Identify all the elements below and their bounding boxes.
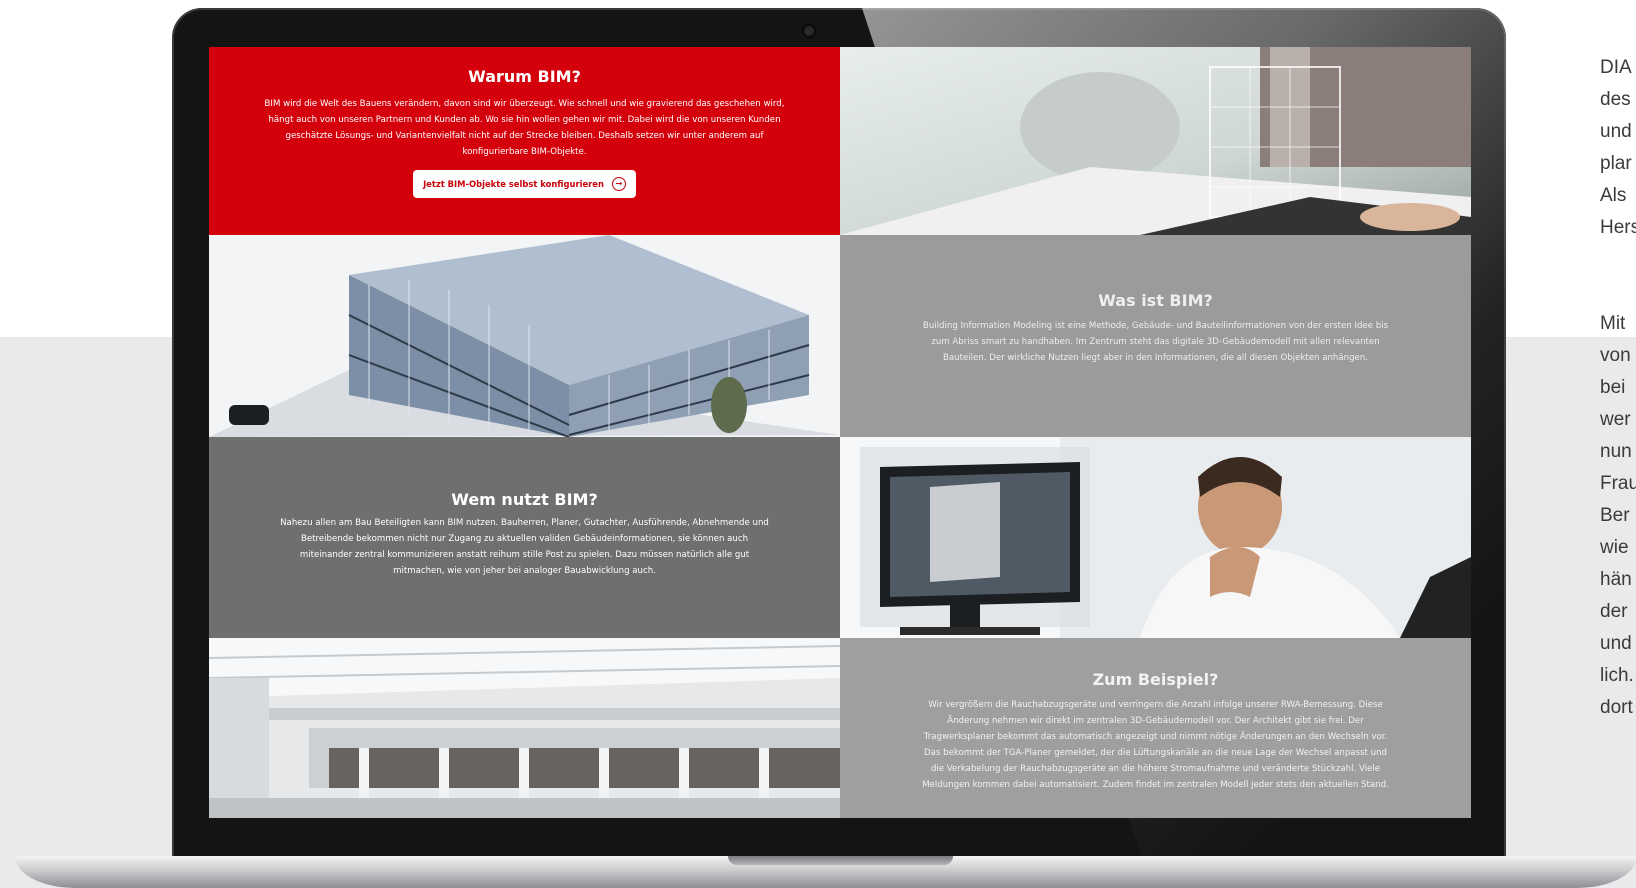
side-line: und [1600, 121, 1632, 142]
side-line: nun [1600, 441, 1632, 462]
tablet-hologram-image [840, 47, 1471, 235]
zum-beispiel-title: Zum Beispiel? [1092, 670, 1219, 689]
was-ist-bim-text: Building Information Modeling ist eine M… [922, 321, 1389, 363]
side-line: Als [1600, 185, 1627, 206]
warum-bim-title: Warum BIM? [468, 67, 581, 86]
side-line: plar [1600, 153, 1632, 174]
wem-nutzt-bim-section: Wem nutzt BIM? Nahezu allen am Bau Betei… [209, 437, 840, 638]
side-line: der [1600, 601, 1628, 622]
camera-icon [804, 26, 814, 36]
side-line: des [1600, 89, 1631, 110]
was-ist-bim-section: Was ist BIM? Building Information Modeli… [840, 235, 1471, 437]
side-line: Mit [1600, 313, 1626, 334]
side-line: Hers [1600, 217, 1636, 238]
warum-bim-section: Warum BIM? BIM wird die Welt des Bauens … [209, 47, 840, 235]
side-paragraph-2: Mit von bei wer nun Frau Ber wie hän der… [1600, 308, 1636, 724]
cta-label: Jetzt BIM-Objekte selbst konfigurieren [423, 179, 604, 189]
zum-beispiel-text: Wir vergrößern die Rauchabzugsgeräte und… [922, 700, 1389, 790]
wem-nutzt-bim-text: Nahezu allen am Bau Beteiligten kann BIM… [280, 518, 769, 576]
side-line: lich. [1600, 665, 1634, 686]
side-line: dort [1600, 697, 1633, 718]
side-line: Ber [1600, 505, 1630, 526]
side-line: und [1600, 633, 1632, 654]
side-line: wer [1600, 409, 1631, 430]
arrow-right-icon: → [611, 177, 626, 191]
wem-nutzt-bim-title: Wem nutzt BIM? [451, 490, 598, 509]
side-line: von [1600, 345, 1631, 366]
side-line: DIA [1600, 57, 1632, 78]
side-line: wie [1600, 537, 1629, 558]
laptop-hinge-notch [728, 856, 953, 865]
was-ist-bim-title: Was ist BIM? [1098, 291, 1213, 310]
side-paragraph-1: DIA des und plar Als Hers [1600, 52, 1636, 244]
zum-beispiel-section: Zum Beispiel? Wir vergrößern die Rauchab… [840, 638, 1471, 818]
side-line: bei [1600, 377, 1626, 398]
side-line: Frau [1600, 473, 1636, 494]
laptop-screen: Warum BIM? BIM wird die Welt des Bauens … [209, 47, 1471, 818]
configure-bim-objects-button[interactable]: Jetzt BIM-Objekte selbst konfigurieren → [413, 170, 636, 198]
building-model-image [209, 235, 840, 437]
side-line: hän [1600, 569, 1632, 590]
atrium-render-image [209, 638, 840, 818]
man-at-monitor-image [840, 437, 1471, 638]
warum-bim-text: BIM wird die Welt des Bauens verändern, … [264, 99, 785, 157]
